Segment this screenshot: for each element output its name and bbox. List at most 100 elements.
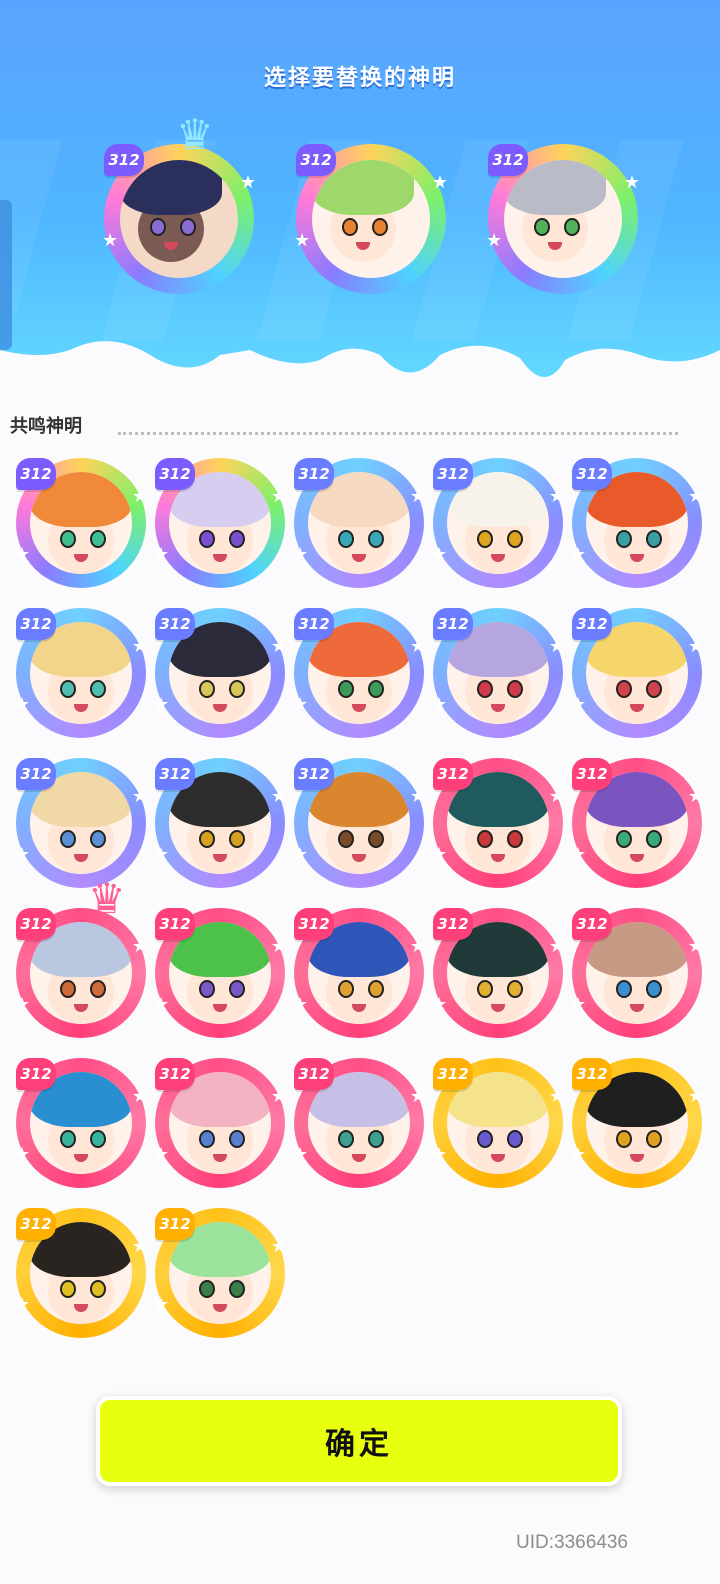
character-avatar[interactable]: 312 ★ ★ (14, 758, 148, 888)
character-avatar[interactable]: 312 ★ ★ (431, 458, 565, 588)
level-badge: 312 (155, 458, 195, 490)
character-avatar[interactable]: 312 ★ ★ (153, 608, 287, 738)
level-badge: 312 (433, 458, 473, 490)
character-avatar[interactable]: 312 ★ ★ (292, 1058, 426, 1188)
character-avatar[interactable]: 312 ★ ★ (153, 1058, 287, 1188)
character-avatar[interactable]: 312 ★ ★ (431, 608, 565, 738)
star-icon: ★ (409, 936, 426, 957)
star-icon: ★ (431, 844, 448, 865)
level-badge: 312 (155, 1208, 195, 1240)
selected-avatar[interactable]: 312 ★ ★ ♛ (102, 114, 256, 294)
star-icon: ★ (409, 786, 426, 807)
level-badge: 312 (294, 758, 334, 790)
left-eye (199, 680, 215, 698)
level-badge: 312 (296, 144, 336, 176)
star-icon: ★ (431, 694, 448, 715)
star-icon: ★ (570, 1144, 587, 1165)
left-eye (338, 980, 354, 998)
character-avatar[interactable]: 312 ★ ★ (431, 758, 565, 888)
star-icon: ★ (570, 844, 587, 865)
level-badge: 312 (294, 458, 334, 490)
level-badge: 312 (572, 1058, 612, 1090)
star-icon: ★ (431, 1144, 448, 1165)
crown-icon: ♛ (176, 110, 214, 159)
left-eye (60, 1130, 76, 1148)
star-icon: ★ (153, 994, 170, 1015)
right-eye (90, 830, 106, 848)
star-icon: ★ (292, 544, 309, 565)
selected-avatar[interactable]: 312 ★ ★ (486, 144, 640, 294)
level-badge: 312 (294, 908, 334, 940)
right-eye (368, 530, 384, 548)
star-icon: ★ (409, 636, 426, 657)
star-icon: ★ (548, 636, 565, 657)
character-portrait (504, 160, 622, 278)
level-badge: 312 (433, 758, 473, 790)
right-eye (368, 830, 384, 848)
right-eye (180, 218, 196, 236)
level-badge: 312 (433, 908, 473, 940)
star-icon: ★ (687, 1086, 704, 1107)
right-eye (90, 980, 106, 998)
character-avatar[interactable]: 312 ★ ★ (292, 608, 426, 738)
right-eye (368, 1130, 384, 1148)
character-avatar[interactable]: 312 ★ ★ (292, 908, 426, 1038)
left-eye (60, 1280, 76, 1298)
star-icon: ★ (14, 1294, 31, 1315)
level-badge: 312 (16, 908, 56, 940)
character-avatar[interactable]: 312 ★ ★ (292, 758, 426, 888)
character-avatar[interactable]: 312 ★ ★ (14, 1058, 148, 1188)
level-badge: 312 (488, 144, 528, 176)
star-icon: ★ (548, 786, 565, 807)
character-avatar[interactable]: 312 ★ ★ ♛ (14, 878, 148, 1038)
star-icon: ★ (623, 172, 640, 193)
level-badge: 312 (16, 758, 56, 790)
character-avatar[interactable]: 312 ★ ★ (570, 908, 704, 1038)
right-eye (507, 1130, 523, 1148)
right-eye (368, 980, 384, 998)
character-avatar[interactable]: 312 ★ ★ (14, 608, 148, 738)
star-icon: ★ (270, 636, 287, 657)
character-avatar[interactable]: 312 ★ ★ (153, 458, 287, 588)
star-icon: ★ (431, 544, 448, 565)
character-avatar[interactable]: 312 ★ ★ (431, 908, 565, 1038)
right-eye (507, 680, 523, 698)
character-avatar[interactable]: 312 ★ ★ (153, 1208, 287, 1338)
right-eye (90, 680, 106, 698)
right-eye (229, 1130, 245, 1148)
character-avatar[interactable]: 312 ★ ★ (292, 458, 426, 588)
right-eye (368, 680, 384, 698)
character-avatar[interactable]: 312 ★ ★ (570, 1058, 704, 1188)
right-eye (564, 218, 580, 236)
confirm-button[interactable]: 确定 (96, 1396, 622, 1486)
left-eye (199, 1280, 215, 1298)
character-avatar[interactable]: 312 ★ ★ (14, 458, 148, 588)
level-badge: 312 (294, 608, 334, 640)
character-avatar[interactable]: 312 ★ ★ (153, 758, 287, 888)
star-icon: ★ (153, 544, 170, 565)
star-icon: ★ (153, 694, 170, 715)
character-avatar[interactable]: 312 ★ ★ (153, 908, 287, 1038)
character-avatar[interactable]: 312 ★ ★ (570, 758, 704, 888)
level-badge: 312 (155, 1058, 195, 1090)
selected-avatar[interactable]: 312 ★ ★ (294, 144, 448, 294)
star-icon: ★ (294, 230, 311, 251)
character-avatar[interactable]: 312 ★ ★ (431, 1058, 565, 1188)
star-icon: ★ (431, 994, 448, 1015)
character-avatar[interactable]: 312 ★ ★ (570, 608, 704, 738)
side-tab[interactable] (0, 200, 12, 350)
star-icon: ★ (687, 936, 704, 957)
level-badge: 312 (104, 144, 144, 176)
star-icon: ★ (131, 936, 148, 957)
character-avatar[interactable]: 312 ★ ★ (570, 458, 704, 588)
right-eye (646, 530, 662, 548)
left-eye (534, 218, 550, 236)
left-eye (338, 680, 354, 698)
right-eye (646, 980, 662, 998)
star-icon: ★ (270, 1236, 287, 1257)
left-eye (338, 830, 354, 848)
left-eye (342, 218, 358, 236)
left-eye (150, 218, 166, 236)
character-avatar[interactable]: 312 ★ ★ (14, 1208, 148, 1338)
left-eye (477, 680, 493, 698)
